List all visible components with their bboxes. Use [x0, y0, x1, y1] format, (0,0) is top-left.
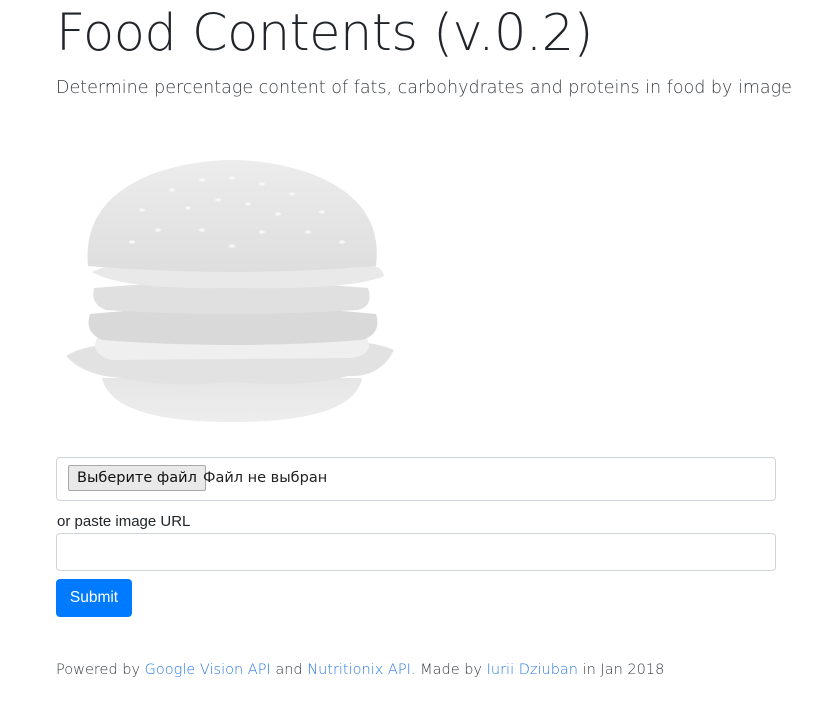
page-subtitle: Determine percentage content of fats, ca…: [56, 78, 792, 98]
author-link[interactable]: Iurii Dziuban: [487, 662, 578, 678]
footer-text-powered: Powered by: [56, 662, 141, 678]
nutritionix-link[interactable]: Nutritionix API: [307, 662, 411, 678]
google-vision-link[interactable]: Google Vision API: [145, 662, 271, 678]
footer-text-made-by: . Made by: [410, 662, 483, 678]
page-title: Food Contents (v.0.2): [56, 4, 593, 63]
footer-text-and: and: [275, 662, 303, 678]
footer-text-date: in Jan 2018: [582, 662, 665, 678]
burger-image: [62, 150, 402, 432]
footer: Powered by Google Vision API and Nutriti…: [56, 660, 664, 680]
url-label: or paste image URL: [57, 513, 191, 530]
submit-button[interactable]: Submit: [56, 579, 132, 617]
image-url-input[interactable]: [56, 533, 776, 571]
file-status-text: Файл не выбран: [203, 470, 328, 486]
file-upload-field: Выберите файл Файл не выбран: [56, 457, 776, 501]
choose-file-button[interactable]: Выберите файл: [68, 465, 206, 491]
